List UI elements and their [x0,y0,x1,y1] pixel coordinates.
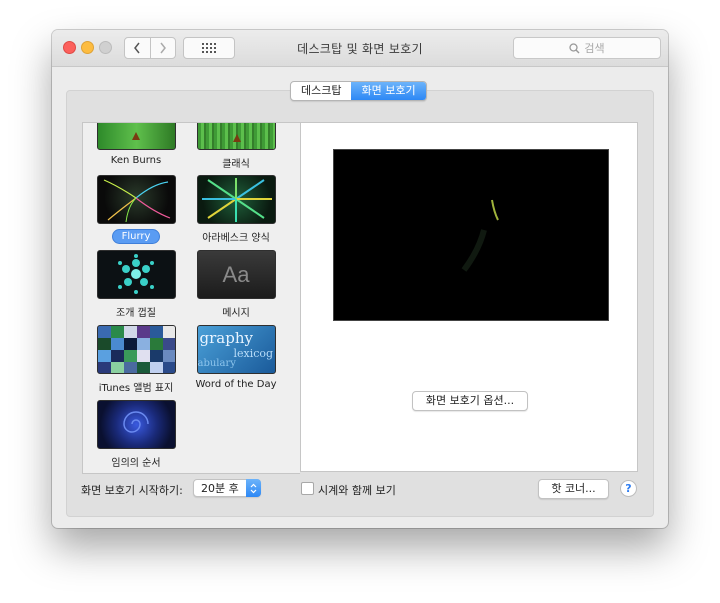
word-thumb-line3: abulary [197,358,236,369]
tab-desktop[interactable]: 데스크탑 [291,82,351,100]
itunes-artwork-thumbnail [96,325,176,374]
screensaver-list[interactable]: Ken Burns 클래식 Flurry 아라베스크 양식 조개 껍질 Aa 메… [82,122,300,474]
hot-corners-button[interactable]: 핫 코너... [538,479,609,499]
item-label: Word of the Day [195,379,277,390]
screensaver-item-random[interactable]: 임의의 순서 [88,400,184,469]
window-title: 데스크탑 및 화면 보호기 [297,42,423,56]
minimize-window-button[interactable] [81,41,94,54]
titlebar: 데스크탑 및 화면 보호기 검색 [52,30,668,67]
item-label: 조개 껍질 [116,308,156,319]
item-label: iTunes 앨범 표지 [98,383,174,394]
show-with-clock-checkbox[interactable] [301,482,314,495]
forward-button[interactable] [149,38,176,58]
navigation-group [124,37,176,59]
flurry-thumbnail [96,175,176,224]
item-label: Ken Burns [110,155,162,166]
word-of-the-day-thumbnail: graphy lexicog abulary [196,325,276,374]
arabesque-thumbnail [196,175,276,224]
screensaver-item-itunes-artwork[interactable]: iTunes 앨범 표지 [88,325,184,394]
item-label: 아라베스크 양식 [202,233,270,244]
screensaver-item-arabesque[interactable]: 아라베스크 양식 [188,175,284,244]
search-field[interactable]: 검색 [513,37,661,59]
chevron-left-icon [134,42,140,54]
search-placeholder: 검색 [584,42,605,55]
item-label: 메시지 [222,308,250,319]
item-label: 클래식 [222,159,250,170]
screensaver-item-flurry[interactable]: Flurry [88,175,184,244]
screensaver-item-ken-burns[interactable]: Ken Burns [88,123,184,166]
screensaver-item-message[interactable]: Aa 메시지 [188,250,284,319]
shell-thumbnail [96,250,176,299]
ken-burns-thumbnail [96,123,176,150]
message-thumbnail: Aa [196,250,276,299]
item-label: Flurry [111,229,161,244]
close-window-button[interactable] [63,41,76,54]
grid-icon [202,43,216,53]
start-after-select[interactable]: 20분 후 [193,479,261,497]
word-thumb-line1: graphy [199,329,253,347]
zoom-window-button[interactable] [99,41,112,54]
tab-screensaver[interactable]: 화면 보호기 [351,82,426,100]
preview-pane: 화면 보호기 옵션... [300,122,638,472]
word-thumb-line2: lexicog [233,347,274,360]
screensaver-item-shell[interactable]: 조개 껍질 [88,250,184,319]
search-icon [569,42,580,53]
screensaver-item-word-of-the-day[interactable]: graphy lexicog abulary Word of the Day [188,325,284,390]
item-label: 임의의 순서 [111,458,161,469]
start-after-label: 화면 보호기 시작하기: [81,484,183,497]
classic-thumbnail [196,123,276,150]
random-thumbnail [96,400,176,449]
start-after-value: 20분 후 [201,482,239,495]
message-thumb-text: Aa [222,261,250,287]
tab-control: 데스크탑 화면 보호기 [290,81,427,101]
show-with-clock-label[interactable]: 시계와 함께 보기 [318,482,396,498]
back-button[interactable] [125,38,150,58]
stepper-icon [246,479,261,497]
help-button[interactable]: ? [620,480,637,497]
show-all-button[interactable] [183,37,235,59]
chevron-right-icon [160,42,166,54]
screensaver-item-classic[interactable]: 클래식 [188,123,284,170]
screensaver-options-button[interactable]: 화면 보호기 옵션... [412,391,528,411]
screensaver-preview [333,149,609,321]
system-preferences-window: 데스크탑 및 화면 보호기 검색 데스크탑 화면 보호기 Ken Burns 클… [52,30,668,528]
